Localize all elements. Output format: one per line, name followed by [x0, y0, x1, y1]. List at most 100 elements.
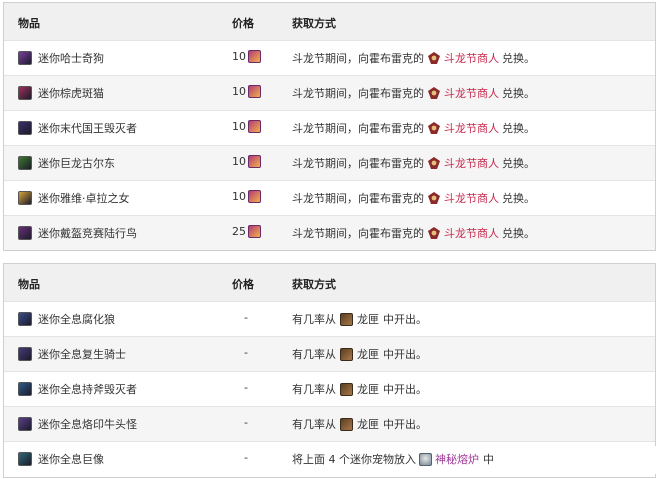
price-value: -	[244, 311, 248, 324]
price-value: 10	[232, 50, 246, 63]
pet-name-cell[interactable]: 迷你雅维·卓拉之女	[18, 190, 130, 206]
price-value: -	[244, 346, 248, 359]
dragon-chest-icon	[340, 347, 353, 361]
header-source: 获取方式	[292, 17, 336, 30]
pet-name[interactable]: 迷你全息烙印牛头怪	[38, 416, 137, 432]
source-cell: 有几率从 龙匣 中开出。	[292, 346, 427, 362]
pet-name-cell[interactable]: 迷你全息巨像	[18, 451, 104, 467]
source-suffix: 兑换。	[502, 52, 535, 65]
item-link[interactable]: 龙匣	[357, 346, 379, 362]
pet-name-cell[interactable]: 迷你戴盔竞赛陆行鸟	[18, 225, 137, 241]
fade-overlay	[490, 446, 660, 474]
price-value: 25	[232, 225, 246, 238]
price-cell: -	[244, 451, 248, 464]
vendor-icon	[428, 192, 440, 204]
source-text: 斗龙节期间，向霍布雷克的	[292, 227, 424, 240]
source-suffix: 兑换。	[502, 87, 535, 100]
pet-name-cell[interactable]: 迷你巨龙古尔东	[18, 155, 115, 171]
dragon-chest-icon	[340, 417, 353, 431]
pet-name[interactable]: 迷你末代国王毁灭者	[38, 120, 137, 136]
price-cell: 10	[232, 190, 261, 203]
vendor-icon	[428, 157, 440, 169]
pet-icon	[18, 347, 32, 361]
price-cell: -	[244, 381, 248, 394]
mystic-forge-icon	[419, 452, 432, 466]
pet-icon	[18, 191, 32, 205]
pet-icon	[18, 121, 32, 135]
pet-name-cell[interactable]: 迷你全息腐化狼	[18, 311, 115, 327]
pet-name[interactable]: 迷你全息复生骑士	[38, 346, 126, 362]
source-text: 将上面 4 个迷你宠物放入	[292, 453, 416, 466]
item-link[interactable]: 龙匣	[357, 381, 379, 397]
table-row: 迷你雅维·卓拉之女 10 斗龙节期间，向霍布雷克的 斗龙节商人 兑换。	[4, 180, 655, 215]
pet-name-cell[interactable]: 迷你末代国王毁灭者	[18, 120, 137, 136]
pet-icon	[18, 312, 32, 326]
pet-name[interactable]: 迷你棕虎斑猫	[38, 85, 104, 101]
pet-name-cell[interactable]: 迷你全息持斧毁灭者	[18, 381, 137, 397]
source-suffix: 中开出。	[383, 383, 427, 396]
table-row: 迷你戴盔竞赛陆行鸟 25 斗龙节期间，向霍布雷克的 斗龙节商人 兑换。	[4, 215, 655, 250]
source-suffix: 兑换。	[502, 227, 535, 240]
source-cell: 有几率从 龙匣 中开出。	[292, 416, 427, 432]
price-cell: -	[244, 346, 248, 359]
price-cell: 10	[232, 85, 261, 98]
item-link[interactable]: 神秘熔炉	[435, 451, 479, 467]
header-source: 获取方式	[292, 278, 336, 291]
item-link[interactable]: 龙匣	[357, 311, 379, 327]
price-cell: -	[244, 416, 248, 429]
source-text: 有几率从	[292, 383, 336, 396]
vendor-link[interactable]: 斗龙节商人	[444, 155, 499, 171]
table-row: 迷你巨龙古尔东 10 斗龙节期间，向霍布雷克的 斗龙节商人 兑换。	[4, 145, 655, 180]
pet-name[interactable]: 迷你全息巨像	[38, 451, 104, 467]
vendor-icon	[428, 52, 440, 64]
source-text: 有几率从	[292, 418, 336, 431]
pet-name[interactable]: 迷你巨龙古尔东	[38, 155, 115, 171]
vendor-link[interactable]: 斗龙节商人	[444, 85, 499, 101]
pet-icon	[18, 226, 32, 240]
source-cell: 斗龙节期间，向霍布雷克的 斗龙节商人 兑换。	[292, 50, 535, 66]
price-cell: 10	[232, 50, 261, 63]
pet-name[interactable]: 迷你全息腐化狼	[38, 311, 115, 327]
vendor-link[interactable]: 斗龙节商人	[444, 190, 499, 206]
table-row: 迷你全息烙印牛头怪 - 有几率从 龙匣 中开出。	[4, 406, 655, 441]
pet-name-cell[interactable]: 迷你全息复生骑士	[18, 346, 126, 362]
pet-name[interactable]: 迷你戴盔竞赛陆行鸟	[38, 225, 137, 241]
pet-icon	[18, 417, 32, 431]
source-text: 有几率从	[292, 313, 336, 326]
pet-name-cell[interactable]: 迷你哈士奇狗	[18, 50, 104, 66]
source-suffix: 兑换。	[502, 157, 535, 170]
pet-name-cell[interactable]: 迷你棕虎斑猫	[18, 85, 104, 101]
header-price: 价格	[232, 278, 254, 291]
festival-pets-table: 物品 价格 获取方式 迷你哈士奇狗 10 斗龙节期间，向霍布雷克的 斗龙节商人 …	[3, 2, 656, 251]
pet-icon	[18, 382, 32, 396]
currency-icon	[248, 50, 261, 63]
header-item: 物品	[18, 278, 40, 291]
source-suffix: 兑换。	[502, 122, 535, 135]
source-suffix: 中开出。	[383, 418, 427, 431]
source-cell: 有几率从 龙匣 中开出。	[292, 311, 427, 327]
currency-icon	[248, 225, 261, 238]
source-text: 斗龙节期间，向霍布雷克的	[292, 87, 424, 100]
price-cell: 10	[232, 120, 261, 133]
currency-icon	[248, 120, 261, 133]
source-cell: 斗龙节期间，向霍布雷克的 斗龙节商人 兑换。	[292, 190, 535, 206]
pet-name[interactable]: 迷你哈士奇狗	[38, 50, 104, 66]
pet-name-cell[interactable]: 迷你全息烙印牛头怪	[18, 416, 137, 432]
vendor-link[interactable]: 斗龙节商人	[444, 225, 499, 241]
item-link[interactable]: 龙匣	[357, 416, 379, 432]
price-value: -	[244, 381, 248, 394]
source-suffix: 中开出。	[383, 348, 427, 361]
source-cell: 斗龙节期间，向霍布雷克的 斗龙节商人 兑换。	[292, 85, 535, 101]
table-row: 迷你哈士奇狗 10 斗龙节期间，向霍布雷克的 斗龙节商人 兑换。	[4, 40, 655, 75]
table-row: 迷你全息巨像 - 将上面 4 个迷你宠物放入 神秘熔炉 中	[4, 441, 660, 476]
source-cell: 将上面 4 个迷你宠物放入 神秘熔炉 中	[292, 451, 494, 467]
dragon-chest-icon	[340, 382, 353, 396]
pet-name[interactable]: 迷你全息持斧毁灭者	[38, 381, 137, 397]
pet-icon	[18, 156, 32, 170]
price-value: 10	[232, 190, 246, 203]
vendor-link[interactable]: 斗龙节商人	[444, 50, 499, 66]
vendor-link[interactable]: 斗龙节商人	[444, 120, 499, 136]
source-text: 斗龙节期间，向霍布雷克的	[292, 52, 424, 65]
pet-name[interactable]: 迷你雅维·卓拉之女	[38, 190, 130, 206]
source-cell: 斗龙节期间，向霍布雷克的 斗龙节商人 兑换。	[292, 225, 535, 241]
